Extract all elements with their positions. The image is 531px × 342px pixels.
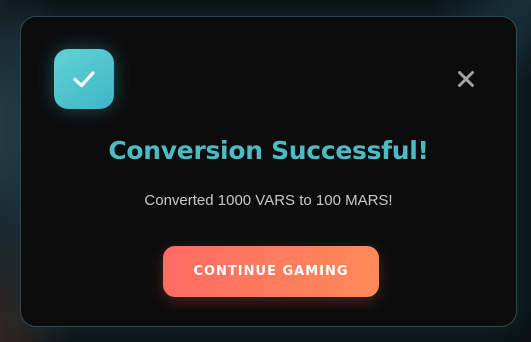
check-icon bbox=[73, 71, 95, 88]
close-button[interactable] bbox=[456, 69, 476, 89]
close-icon bbox=[458, 71, 474, 87]
conversion-success-dialog: Conversion Successful! Converted 1000 VA… bbox=[20, 16, 517, 327]
dialog-title: Conversion Successful! bbox=[108, 136, 429, 165]
success-badge bbox=[54, 49, 114, 109]
conversion-message: Converted 1000 VARS to 100 MARS! bbox=[144, 192, 393, 209]
continue-gaming-button[interactable]: CONTINUE GAMING bbox=[163, 246, 379, 297]
